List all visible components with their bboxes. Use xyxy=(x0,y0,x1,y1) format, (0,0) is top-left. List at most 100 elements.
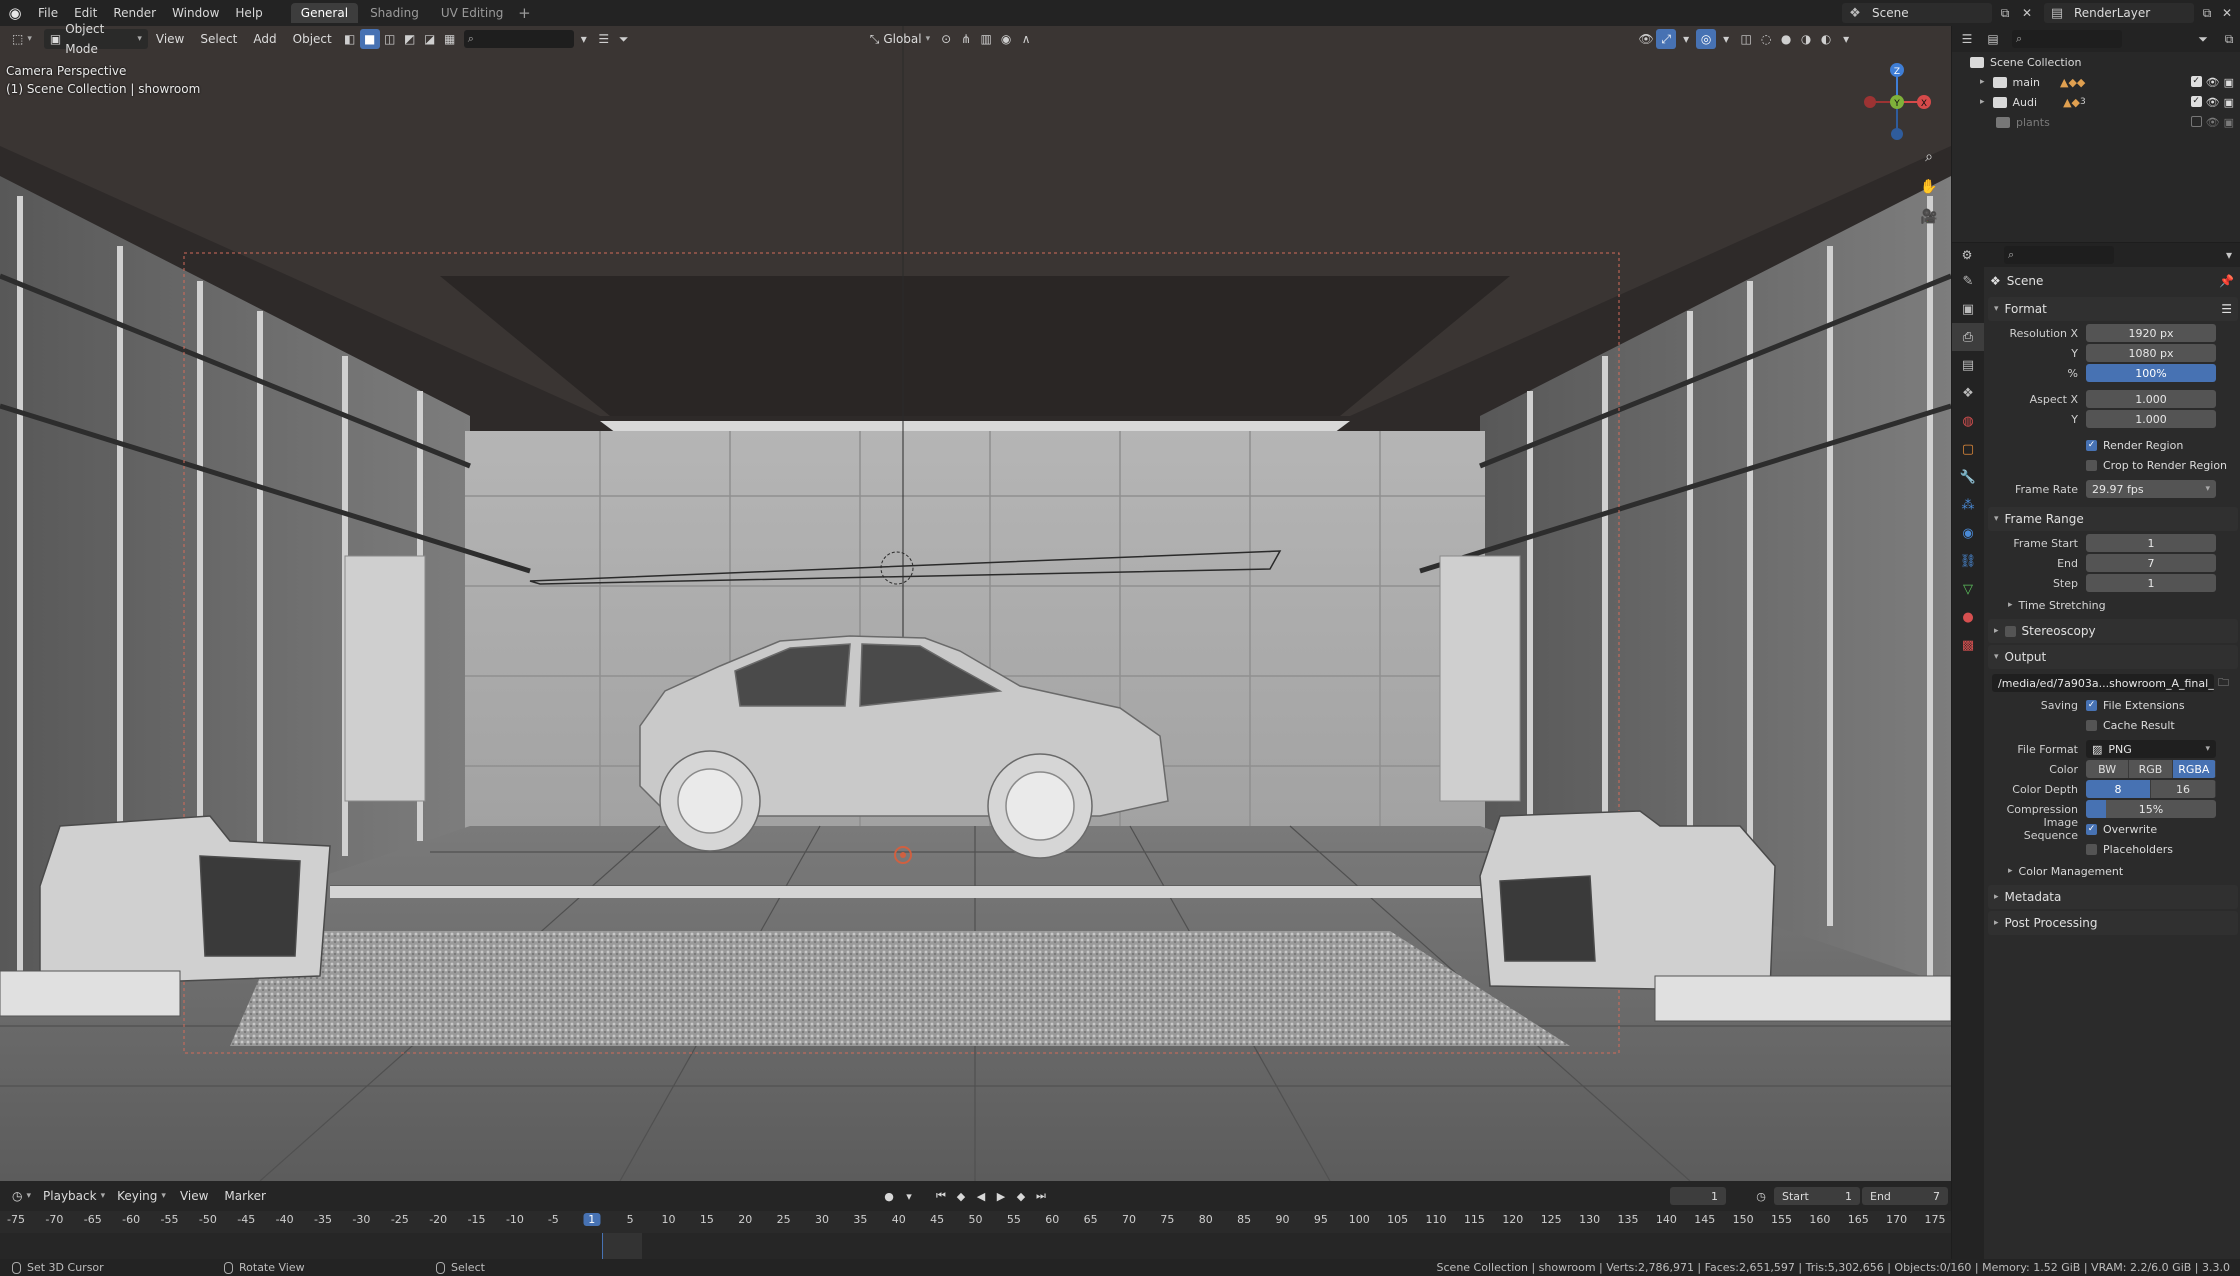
eye-icon[interactable]: 👁 xyxy=(2206,96,2220,109)
snap-target-icon[interactable]: ▥ xyxy=(976,29,996,49)
frame-start-field[interactable]: 1 xyxy=(2086,534,2216,552)
display-mode-icon[interactable]: ▤ xyxy=(1982,29,2004,49)
menu-help[interactable]: Help xyxy=(227,0,270,26)
object-visibility-icon[interactable]: 👁 xyxy=(1636,29,1656,49)
select-invert-icon[interactable]: ◪ xyxy=(420,29,440,49)
output-panel-header[interactable]: ▾ Output xyxy=(1988,645,2238,669)
snap-icon[interactable]: ⋔ xyxy=(956,29,976,49)
workspace-tab-shading[interactable]: Shading xyxy=(360,3,429,23)
exclude-checkbox[interactable]: ✓ xyxy=(2190,95,2202,107)
outliner-filter-icon[interactable]: ⏷ xyxy=(2192,29,2214,49)
placeholders-checkbox[interactable]: Placeholders xyxy=(2086,843,2173,856)
frame-end-field[interactable]: 7 xyxy=(2086,554,2216,572)
constraints-tab-icon[interactable]: ⛓ xyxy=(1952,547,1984,575)
start-frame-field[interactable]: Start 1 xyxy=(1774,1187,1860,1205)
preview-range-icon[interactable]: ◷ xyxy=(1752,1187,1770,1205)
frame-range-panel-header[interactable]: ▾ Frame Range xyxy=(1988,507,2238,531)
view-layer-tab-icon[interactable]: ▤ xyxy=(1952,351,1984,379)
overlays-toggle-icon[interactable]: ◎ xyxy=(1696,29,1717,49)
wireframe-shading-icon[interactable]: ◌ xyxy=(1756,29,1776,49)
pin-icon[interactable]: 📌 xyxy=(2219,274,2234,288)
color-bw-button[interactable]: BW xyxy=(2086,760,2130,778)
blender-logo-icon[interactable]: ◉ xyxy=(0,0,30,26)
outliner-search-input[interactable]: ⌕ xyxy=(2012,30,2122,48)
resolution-percent-slider[interactable]: 100% xyxy=(2086,364,2216,382)
presets-icon[interactable]: ☰ xyxy=(2221,302,2232,316)
navigation-gizmo[interactable]: Z Y X xyxy=(1862,60,1932,140)
viewport-menu-object[interactable]: Object xyxy=(285,29,340,49)
pan-hand-icon[interactable]: ✋ xyxy=(1916,174,1942,200)
outliner-editor-type-icon[interactable]: ☰ xyxy=(1956,29,1978,49)
select-new-icon[interactable]: ■ xyxy=(359,29,380,49)
gizmo-dropdown-icon[interactable]: ▾ xyxy=(1676,29,1696,49)
render-tab-icon[interactable]: ▣ xyxy=(1952,295,1984,323)
outliner-item-main[interactable]: ▸ main ▲◆◆ ✓ 👁 ▣ xyxy=(1952,72,2240,92)
zoom-icon[interactable]: ⌕ xyxy=(1916,144,1942,170)
compression-slider[interactable]: 15% xyxy=(2086,800,2216,818)
funnel-filter-icon[interactable]: ⏷ xyxy=(614,29,634,49)
falloff-icon[interactable]: ∧ xyxy=(1016,29,1036,49)
resolution-y-field[interactable]: 1080 px xyxy=(2086,344,2216,362)
outliner-item-plants[interactable]: plants 👁 ▣ xyxy=(1952,112,2240,132)
render-region-checkbox[interactable]: ✓ Render Region xyxy=(2086,439,2183,452)
color-management-subpanel[interactable]: ▸ Color Management xyxy=(1986,859,2240,883)
current-frame-field[interactable]: 1 xyxy=(1670,1187,1726,1205)
file-extensions-checkbox[interactable]: ✓ File Extensions xyxy=(2086,699,2185,712)
folder-icon[interactable]: 🗀 xyxy=(2218,674,2229,693)
modifier-tab-icon[interactable]: 🔧 xyxy=(1952,463,1984,491)
cache-result-checkbox[interactable]: Cache Result xyxy=(2086,719,2175,732)
jump-start-icon[interactable]: ⏮ xyxy=(932,1187,950,1205)
overwrite-checkbox[interactable]: ✓ Overwrite xyxy=(2086,823,2157,836)
expand-arrow-icon[interactable]: ▸ xyxy=(1980,77,1985,87)
frame-rate-dropdown[interactable]: 29.97 fps ▾ xyxy=(2086,480,2216,498)
timeline-editor-type-dropdown[interactable]: ◷ ▾ xyxy=(6,1186,37,1206)
next-keyframe-icon[interactable]: ◆ xyxy=(1012,1187,1030,1205)
world-tab-icon[interactable]: ◍ xyxy=(1952,407,1984,435)
eye-icon[interactable]: 👁 xyxy=(2206,76,2220,89)
camera-render-icon[interactable]: ▣ xyxy=(2224,116,2234,129)
prev-keyframe-icon[interactable]: ◆ xyxy=(952,1187,970,1205)
select-mode-icon[interactable]: ◧ xyxy=(340,29,360,49)
tool-tab-icon[interactable]: ✎ xyxy=(1952,267,1984,295)
object-mode-dropdown[interactable]: ▣ Object Mode ▾ xyxy=(43,22,148,56)
aspect-x-field[interactable]: 1.000 xyxy=(2086,390,2216,408)
outliner-scene-collection[interactable]: Scene Collection xyxy=(1952,52,2240,72)
viewport-menu-view[interactable]: View xyxy=(148,29,192,49)
shading-dropdown-icon[interactable]: ▾ xyxy=(1836,29,1856,49)
menu-window[interactable]: Window xyxy=(164,0,227,26)
view-layer-selector[interactable]: ▤ RenderLayer xyxy=(2044,3,2194,23)
current-frame-indicator[interactable]: 1 xyxy=(583,1213,601,1226)
post-processing-panel-header[interactable]: ▸ Post Processing xyxy=(1988,911,2238,935)
color-rgb-button[interactable]: RGB xyxy=(2129,760,2173,778)
properties-editor-type-icon[interactable]: ⚙ xyxy=(1956,245,1978,265)
pivot-point-icon[interactable]: ⊙ xyxy=(936,29,956,49)
end-frame-field[interactable]: End 7 xyxy=(1862,1187,1948,1205)
camera-render-icon[interactable]: ▣ xyxy=(2224,76,2234,89)
new-collection-icon[interactable]: ⧉ xyxy=(2218,29,2240,49)
select-subtract-icon[interactable]: ◩ xyxy=(400,29,420,49)
timeline-track-area[interactable] xyxy=(0,1233,1951,1259)
depth-8-button[interactable]: 8 xyxy=(2086,780,2151,798)
metadata-panel-header[interactable]: ▸ Metadata xyxy=(1988,885,2238,909)
timeline-menu-marker[interactable]: Marker xyxy=(216,1186,273,1206)
properties-search-input[interactable]: ⌕ xyxy=(2004,246,2114,264)
data-tab-icon[interactable]: ▽ xyxy=(1952,575,1984,603)
timeline-ruler[interactable]: -75 -70 -65 -60 -55 -50 -45 -40 -35 -30 -25 -20 -15-… xyxy=(0,1213,1951,1233)
auto-keying-icon[interactable]: ● xyxy=(880,1187,898,1205)
new-scene-icon[interactable]: ⧉ xyxy=(1994,3,2016,23)
new-view-layer-icon[interactable]: ⧉ xyxy=(2196,3,2218,23)
viewport-menu-add[interactable]: Add xyxy=(245,29,284,49)
filter-dropdown-icon[interactable]: ▾ xyxy=(574,29,594,49)
frame-step-field[interactable]: 1 xyxy=(2086,574,2216,592)
3d-viewport[interactable] xyxy=(0,26,1951,1181)
play-reverse-icon[interactable]: ◀ xyxy=(972,1187,990,1205)
timeline-menu-view[interactable]: View xyxy=(172,1186,216,1206)
crop-region-checkbox[interactable]: Crop to Render Region xyxy=(2086,459,2227,472)
workspace-tab-general[interactable]: General xyxy=(290,3,359,23)
file-format-dropdown[interactable]: ▨ PNG ▾ xyxy=(2086,740,2216,758)
format-panel-header[interactable]: ▾ Format ☰ xyxy=(1988,297,2238,321)
resolution-x-field[interactable]: 1920 px xyxy=(2086,324,2216,342)
delete-view-layer-icon[interactable]: ✕ xyxy=(2216,3,2238,23)
playback-menu[interactable]: Playback ▾ xyxy=(37,1186,111,1206)
stereoscopy-checkbox[interactable] xyxy=(2004,625,2016,637)
